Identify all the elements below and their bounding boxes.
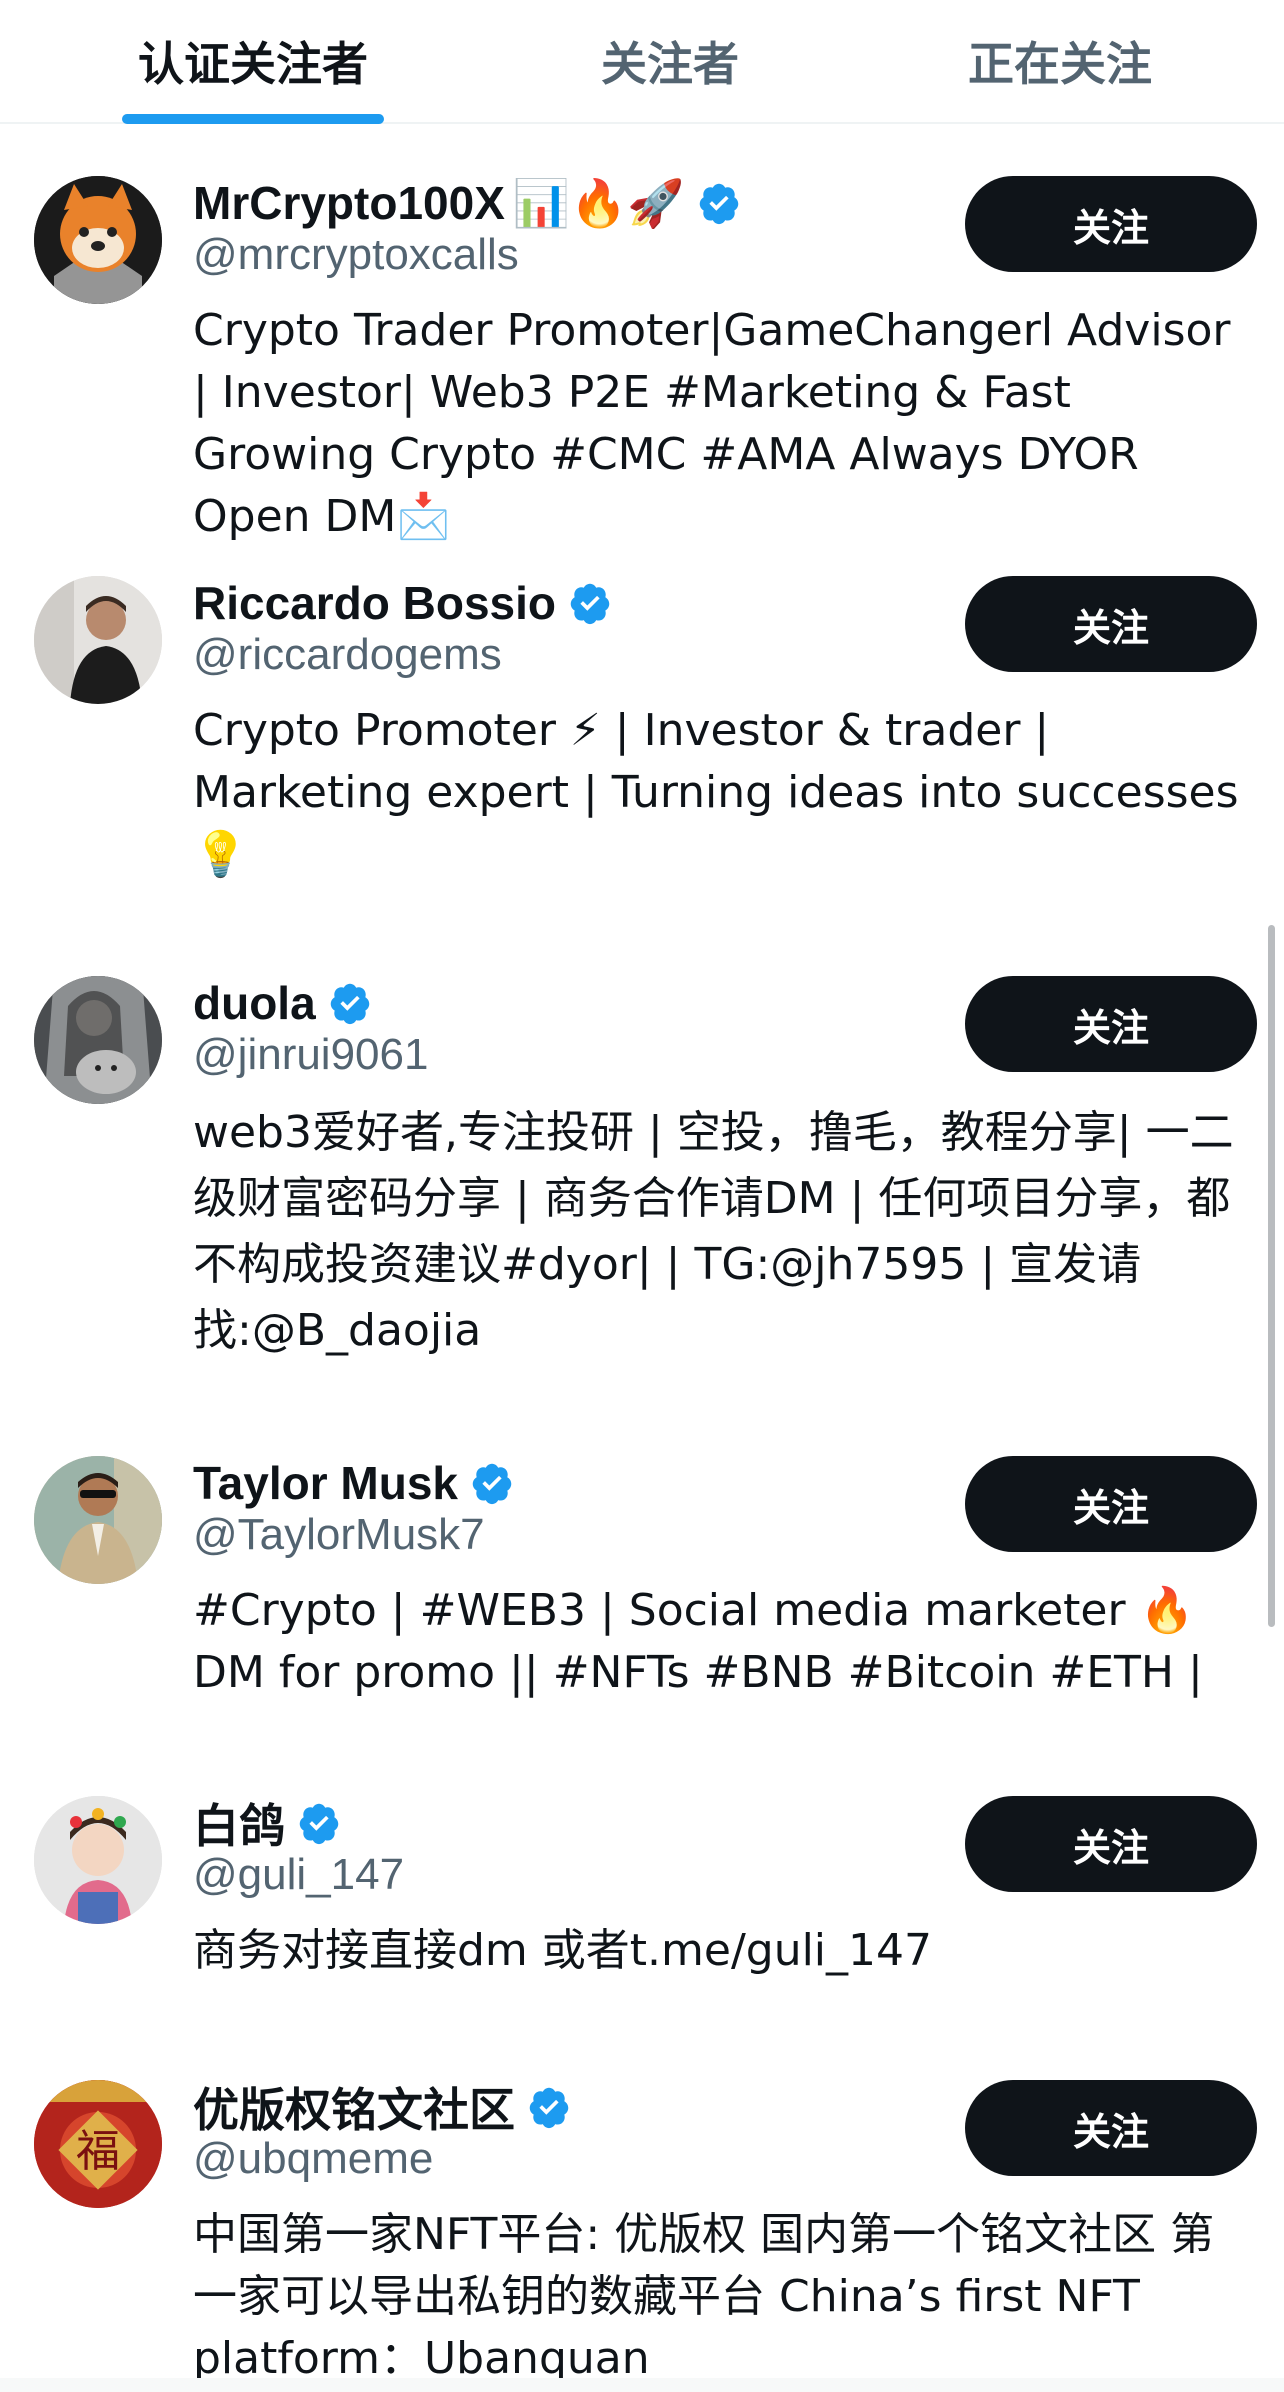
display-name: Taylor Musk xyxy=(193,1457,458,1509)
svg-text:福: 福 xyxy=(76,2126,120,2177)
child-avatar-icon xyxy=(34,1796,162,1924)
tab-verified-followers[interactable]: 认证关注者 xyxy=(122,0,384,124)
shiba-avatar-icon xyxy=(34,176,162,304)
man-suit-avatar-icon xyxy=(34,1456,162,1584)
display-name: MrCrypto100X xyxy=(193,177,505,229)
user-bio: 中国第一家NFT平台: 优版权 国内第一个铭文社区 第一家可以导出私钥的数藏平台… xyxy=(193,2209,1215,2384)
tab-active-indicator xyxy=(122,114,384,124)
bottom-divider xyxy=(0,2378,1284,2392)
display-name-line[interactable]: 白鸽 xyxy=(193,1792,341,1854)
follow-button[interactable]: 关注 xyxy=(965,1796,1257,1892)
avatar[interactable] xyxy=(34,176,162,304)
user-handle[interactable]: @riccardogems xyxy=(193,630,502,680)
user-bio: Crypto Promoter ⚡ | Investor & trader | … xyxy=(193,705,1239,880)
follow-button[interactable]: 关注 xyxy=(965,576,1257,672)
follow-button[interactable]: 关注 xyxy=(965,976,1257,1072)
display-name-line[interactable]: Taylor Musk xyxy=(193,1452,514,1514)
follow-button[interactable]: 关注 xyxy=(965,176,1257,272)
verified-badge-icon xyxy=(472,1463,512,1505)
verified-badge-icon xyxy=(699,183,738,225)
user-handle[interactable]: @TaylorMusk7 xyxy=(193,1510,485,1560)
user-row[interactable]: Riccardo Bossio @riccardogems Crypto Pro… xyxy=(0,560,1284,960)
girl-cat-avatar-icon xyxy=(34,976,162,1104)
fu-avatar-icon: 福 xyxy=(34,2080,162,2208)
tab-label: 关注者 xyxy=(601,37,739,91)
verified-badge-icon xyxy=(529,2087,569,2129)
user-bio: 商务对接直接dm 或者t.me/guli_147 xyxy=(193,1925,933,1976)
name-emoji: 📊🔥🚀 xyxy=(512,175,685,230)
tab-following[interactable]: 正在关注 xyxy=(940,0,1180,122)
tab-followers[interactable]: 关注者 xyxy=(560,0,780,122)
user-handle[interactable]: @jinrui9061 xyxy=(193,1030,428,1080)
display-name-line[interactable]: duola xyxy=(193,972,372,1034)
user-row[interactable]: duola @jinrui9061 web3爱好者,专注投研 | 空投，撸毛，教… xyxy=(0,960,1284,1430)
user-handle[interactable]: @ubqmeme xyxy=(193,2134,433,2184)
follow-button[interactable]: 关注 xyxy=(965,2080,1257,2176)
verified-badge-icon xyxy=(330,983,369,1025)
avatar[interactable] xyxy=(34,976,162,1104)
user-handle[interactable]: @mrcryptoxcalls xyxy=(193,230,519,280)
user-row[interactable]: 白鸽 @guli_147 商务对接直接dm 或者t.me/guli_147 关注 xyxy=(0,1780,1284,2060)
user-row[interactable]: MrCrypto100X 📊🔥🚀 @mrcryptoxcalls Crypto … xyxy=(0,160,1284,542)
display-name-line[interactable]: Riccardo Bossio xyxy=(193,572,612,634)
display-name-line[interactable]: MrCrypto100X 📊🔥🚀 xyxy=(193,172,741,234)
tab-label: 正在关注 xyxy=(968,37,1152,91)
avatar[interactable] xyxy=(34,1796,162,1924)
display-name: 白鸽 xyxy=(193,1799,285,1853)
verified-badge-icon xyxy=(570,583,610,625)
display-name-line[interactable]: 优版权铭文社区 xyxy=(193,2076,571,2138)
man-dark-avatar-icon xyxy=(34,576,162,704)
avatar[interactable] xyxy=(34,1456,162,1584)
verified-badge-icon xyxy=(299,1803,339,1845)
user-bio: #Crypto | #WEB3 | Social media marketer … xyxy=(193,1585,1203,1698)
display-name: duola xyxy=(193,977,316,1029)
tab-bar: 认证关注者 关注者 正在关注 xyxy=(0,0,1284,124)
display-name: 优版权铭文社区 xyxy=(193,2083,515,2137)
avatar[interactable] xyxy=(34,576,162,704)
user-handle[interactable]: @guli_147 xyxy=(193,1850,404,1900)
user-bio: Crypto Trader Promoter|GameChangerl Advi… xyxy=(193,305,1231,542)
user-bio: web3爱好者,专注投研 | 空投，撸毛，教程分享| 一二级财富密码分享 | 商… xyxy=(193,1107,1234,1356)
display-name: Riccardo Bossio xyxy=(193,577,556,629)
scrollbar[interactable] xyxy=(1268,925,1275,1627)
tab-label: 认证关注者 xyxy=(138,37,368,91)
follow-button[interactable]: 关注 xyxy=(965,1456,1257,1552)
user-row[interactable]: Taylor Musk @TaylorMusk7 #Crypto | #WEB3… xyxy=(0,1440,1284,1770)
user-row[interactable]: 福 优版权铭文社区 @ubqmeme 中国第一家NFT平台: 优版权 国内第一个… xyxy=(0,2064,1284,2392)
avatar[interactable]: 福 xyxy=(34,2080,162,2208)
